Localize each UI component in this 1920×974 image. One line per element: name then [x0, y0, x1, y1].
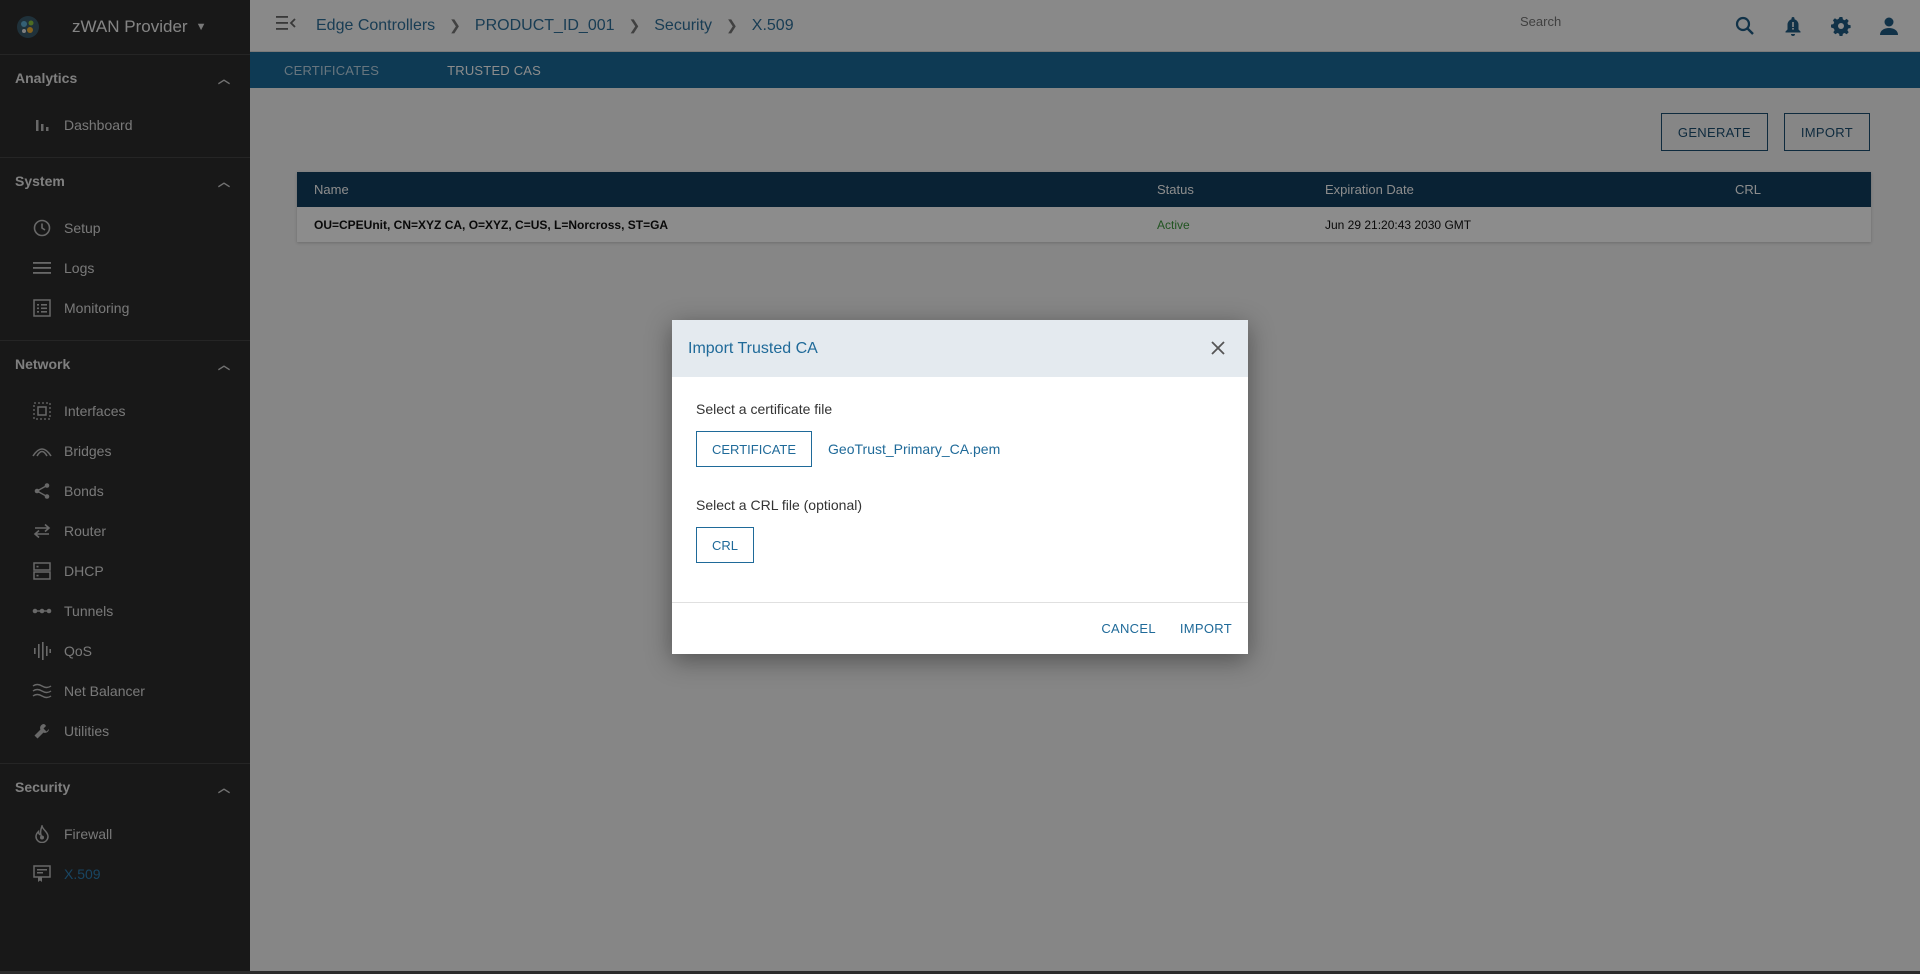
dialog-body: Select a certificate file CERTIFICATE Ge…	[672, 377, 1248, 563]
cancel-button[interactable]: CANCEL	[1101, 621, 1156, 636]
certificate-file-name: GeoTrust_Primary_CA.pem	[828, 441, 1001, 457]
dialog-footer: CANCEL IMPORT	[672, 602, 1248, 654]
dialog-header: Import Trusted CA	[672, 320, 1248, 377]
dialog-title: Import Trusted CA	[688, 339, 818, 357]
crl-button[interactable]: CRL	[696, 527, 755, 563]
certificate-file-label: Select a certificate file	[696, 401, 833, 417]
dialog-import-button[interactable]: IMPORT	[1180, 621, 1232, 636]
certificate-button[interactable]: CERTIFICATE	[696, 431, 813, 467]
certificate-file-row: CERTIFICATE GeoTrust_Primary_CA.pem	[696, 431, 1224, 467]
import-trusted-ca-dialog: Import Trusted CA Select a certificate f…	[672, 320, 1248, 654]
crl-file-row: CRL	[696, 527, 1224, 563]
crl-file-label: Select a CRL file (optional)	[696, 497, 863, 513]
close-icon[interactable]	[1206, 336, 1230, 362]
